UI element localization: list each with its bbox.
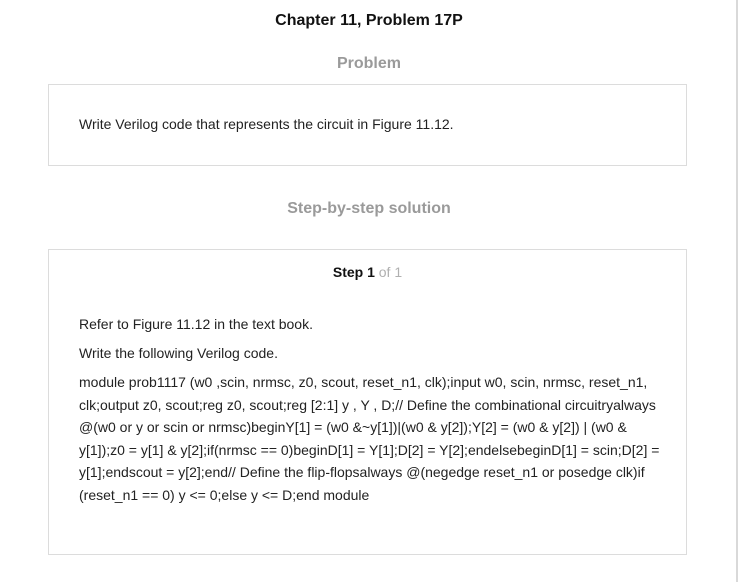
chapter-title: Chapter 11, Problem 17P [275, 12, 463, 29]
solution-paragraph-instruction: Write the following Verilog code. [79, 345, 278, 361]
step-label: Step 1 [332, 264, 375, 280]
verilog-code: module prob1117 (w0 ,scin, nrmsc, z0, sc… [79, 374, 660, 503]
problem-text: Write Verilog code that represents the c… [79, 116, 454, 132]
solution-heading: Step-by-step solution [287, 200, 451, 217]
problem-heading: Problem [336, 55, 401, 72]
solution-body: Refer to Figure 11.12 in the text book. … [79, 313, 664, 513]
step-count: of 1 [378, 264, 403, 280]
problem-card: Write Verilog code that represents the c… [48, 84, 687, 166]
solution-card: Step 1 of 1 Refer to Figure 11.12 in the… [48, 249, 687, 555]
solution-paragraph-reference: Refer to Figure 11.12 in the text book. [79, 316, 313, 332]
step-indicator: Step 1 of 1 [49, 264, 686, 280]
